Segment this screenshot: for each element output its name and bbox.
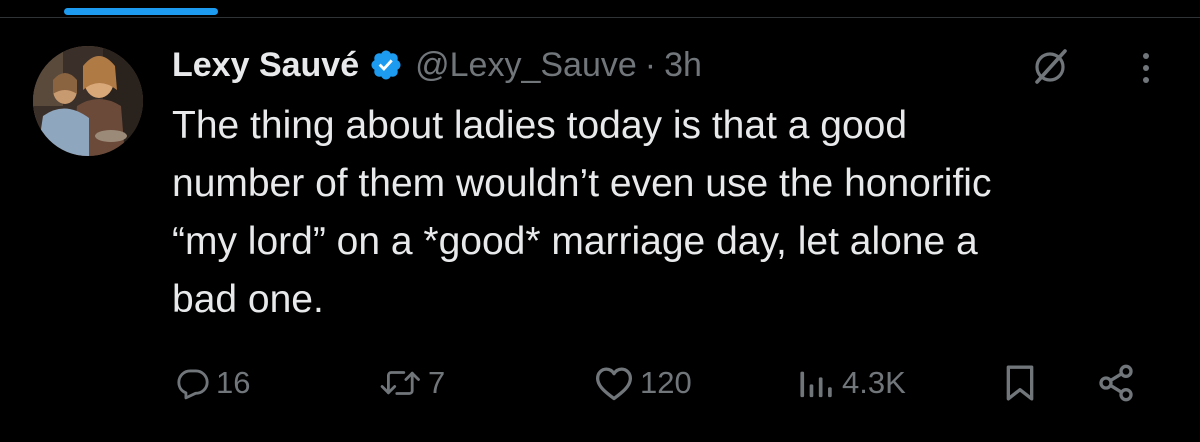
divider — [0, 17, 1200, 18]
tweet-text: The thing about ladies today is that a g… — [172, 104, 992, 321]
reply-count: 16 — [216, 365, 251, 400]
reply-button[interactable]: 16 — [176, 358, 250, 408]
user-handle[interactable]: @Lexy_Sauve — [415, 46, 637, 85]
avatar[interactable] — [33, 46, 143, 156]
share-icon — [1099, 364, 1133, 402]
share-button[interactable] — [1096, 358, 1136, 408]
reply-icon — [177, 369, 209, 400]
display-name[interactable]: Lexy Sauvé — [172, 46, 359, 85]
repost-button[interactable]: 7 — [380, 358, 445, 408]
heart-icon — [596, 367, 632, 401]
views-icon — [800, 371, 832, 398]
separator-dot: · — [644, 45, 657, 84]
grok-icon[interactable] — [1030, 46, 1070, 86]
tweet-header: Lexy Sauvé @Lexy_Sauve · 3h — [172, 40, 702, 90]
views-button[interactable]: 4.3K — [796, 358, 906, 408]
views-count: 4.3K — [842, 365, 906, 400]
active-tab-indicator — [64, 8, 218, 15]
like-count: 120 — [640, 365, 692, 400]
verified-badge-icon — [371, 50, 401, 80]
avatar-photo — [33, 46, 143, 156]
repost-icon — [380, 371, 420, 395]
bookmark-button[interactable] — [1002, 358, 1038, 408]
like-button[interactable]: 120 — [594, 358, 692, 408]
action-bar: 16 7 120 4.3K — [0, 358, 1200, 408]
bookmark-icon — [1006, 365, 1034, 401]
timestamp[interactable]: 3h — [664, 46, 702, 85]
more-vertical-icon[interactable] — [1128, 48, 1164, 88]
repost-count: 7 — [428, 365, 446, 400]
